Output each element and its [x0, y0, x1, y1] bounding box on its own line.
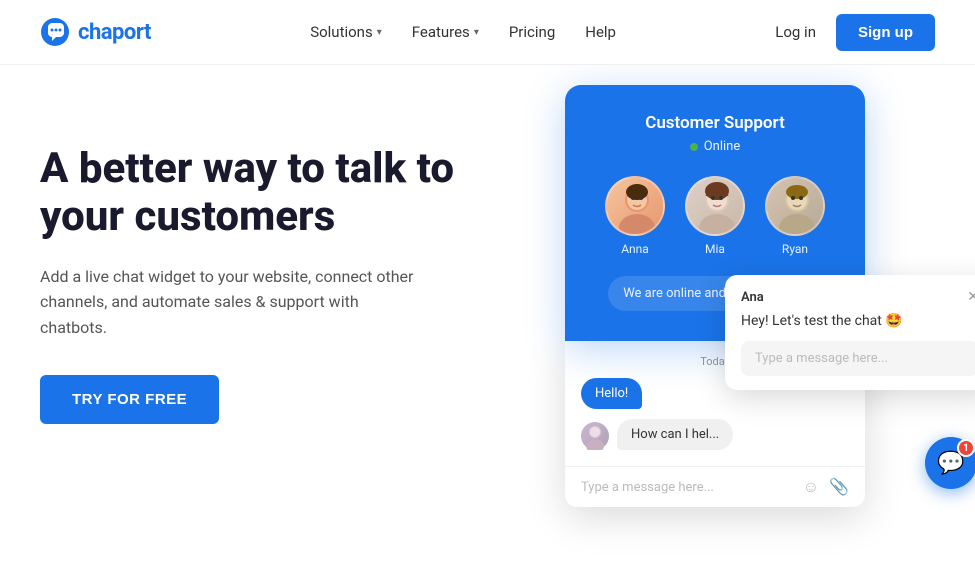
nav-help[interactable]: Help — [585, 23, 616, 41]
online-dot — [690, 143, 698, 151]
login-button[interactable]: Log in — [775, 23, 816, 41]
logo-wordmark: chaport — [78, 20, 151, 45]
signup-button[interactable]: Sign up — [836, 14, 935, 51]
online-indicator: Online — [595, 139, 835, 154]
chat-widget-preview: Customer Support Online — [535, 85, 975, 507]
popup-message: Hey! Let's test the chat 🤩 — [741, 313, 975, 329]
support-panel-title: Customer Support — [595, 113, 835, 133]
nav-actions: Log in Sign up — [775, 14, 935, 51]
message-row-2: How can I hel... — [581, 419, 849, 450]
chat-fab-badge: 1 — [957, 439, 975, 457]
agent-ryan-name: Ryan — [782, 242, 808, 256]
main-nav: Solutions ▾ Features ▾ Pricing Help — [310, 23, 616, 41]
avatar-anna — [605, 176, 665, 236]
message-bubble-hello: Hello! — [581, 378, 642, 409]
nav-pricing[interactable]: Pricing — [509, 23, 555, 41]
agent-mia: Mia — [685, 176, 745, 256]
chevron-down-icon: ▾ — [474, 27, 479, 38]
close-icon[interactable]: ✕ — [967, 289, 975, 305]
chevron-down-icon: ▾ — [377, 27, 382, 38]
avatar-ryan — [765, 176, 825, 236]
header: chaport Solutions ▾ Features ▾ Pricing H… — [0, 0, 975, 65]
chat-main-input-bar[interactable]: Type a message here... ☺ 📎 — [565, 466, 865, 507]
agents-row: Anna — [595, 176, 835, 256]
chat-input-placeholder: Type a message here... — [581, 480, 714, 495]
main-content: A better way to talk to your customers A… — [0, 65, 975, 587]
avatar-mia — [685, 176, 745, 236]
hero-left: A better way to talk to your customers A… — [40, 115, 470, 424]
chat-action-icons: ☺ 📎 — [803, 477, 849, 497]
popup-input[interactable]: Type a message here... — [741, 341, 975, 376]
chat-messages: Hello! How can I hel... — [565, 378, 865, 466]
nav-solutions[interactable]: Solutions ▾ — [310, 23, 382, 41]
agent-anna-name: Anna — [621, 242, 649, 256]
online-label: Online — [704, 139, 741, 154]
agent-anna: Anna — [605, 176, 665, 256]
agent-mia-name: Mia — [705, 242, 725, 256]
message-bubble-help: How can I hel... — [617, 419, 733, 450]
hero-subtext: Add a live chat widget to your website, … — [40, 264, 420, 341]
chat-popup: Ana ✕ Hey! Let's test the chat 🤩 Type a … — [725, 275, 975, 390]
attachment-icon[interactable]: 📎 — [829, 477, 849, 497]
chaport-logo-icon — [40, 17, 70, 47]
nav-features[interactable]: Features ▾ — [412, 23, 479, 41]
hero-headline: A better way to talk to your customers — [40, 145, 470, 242]
agent-ryan: Ryan — [765, 176, 825, 256]
logo[interactable]: chaport — [40, 17, 151, 47]
chat-fab-button[interactable]: 💬 1 — [925, 437, 975, 489]
try-for-free-button[interactable]: TRY FOR FREE — [40, 375, 219, 424]
emoji-icon[interactable]: ☺ — [803, 477, 819, 497]
avatar-agent — [581, 422, 609, 450]
popup-agent-name: Ana — [741, 290, 764, 305]
popup-header: Ana ✕ — [741, 289, 975, 305]
